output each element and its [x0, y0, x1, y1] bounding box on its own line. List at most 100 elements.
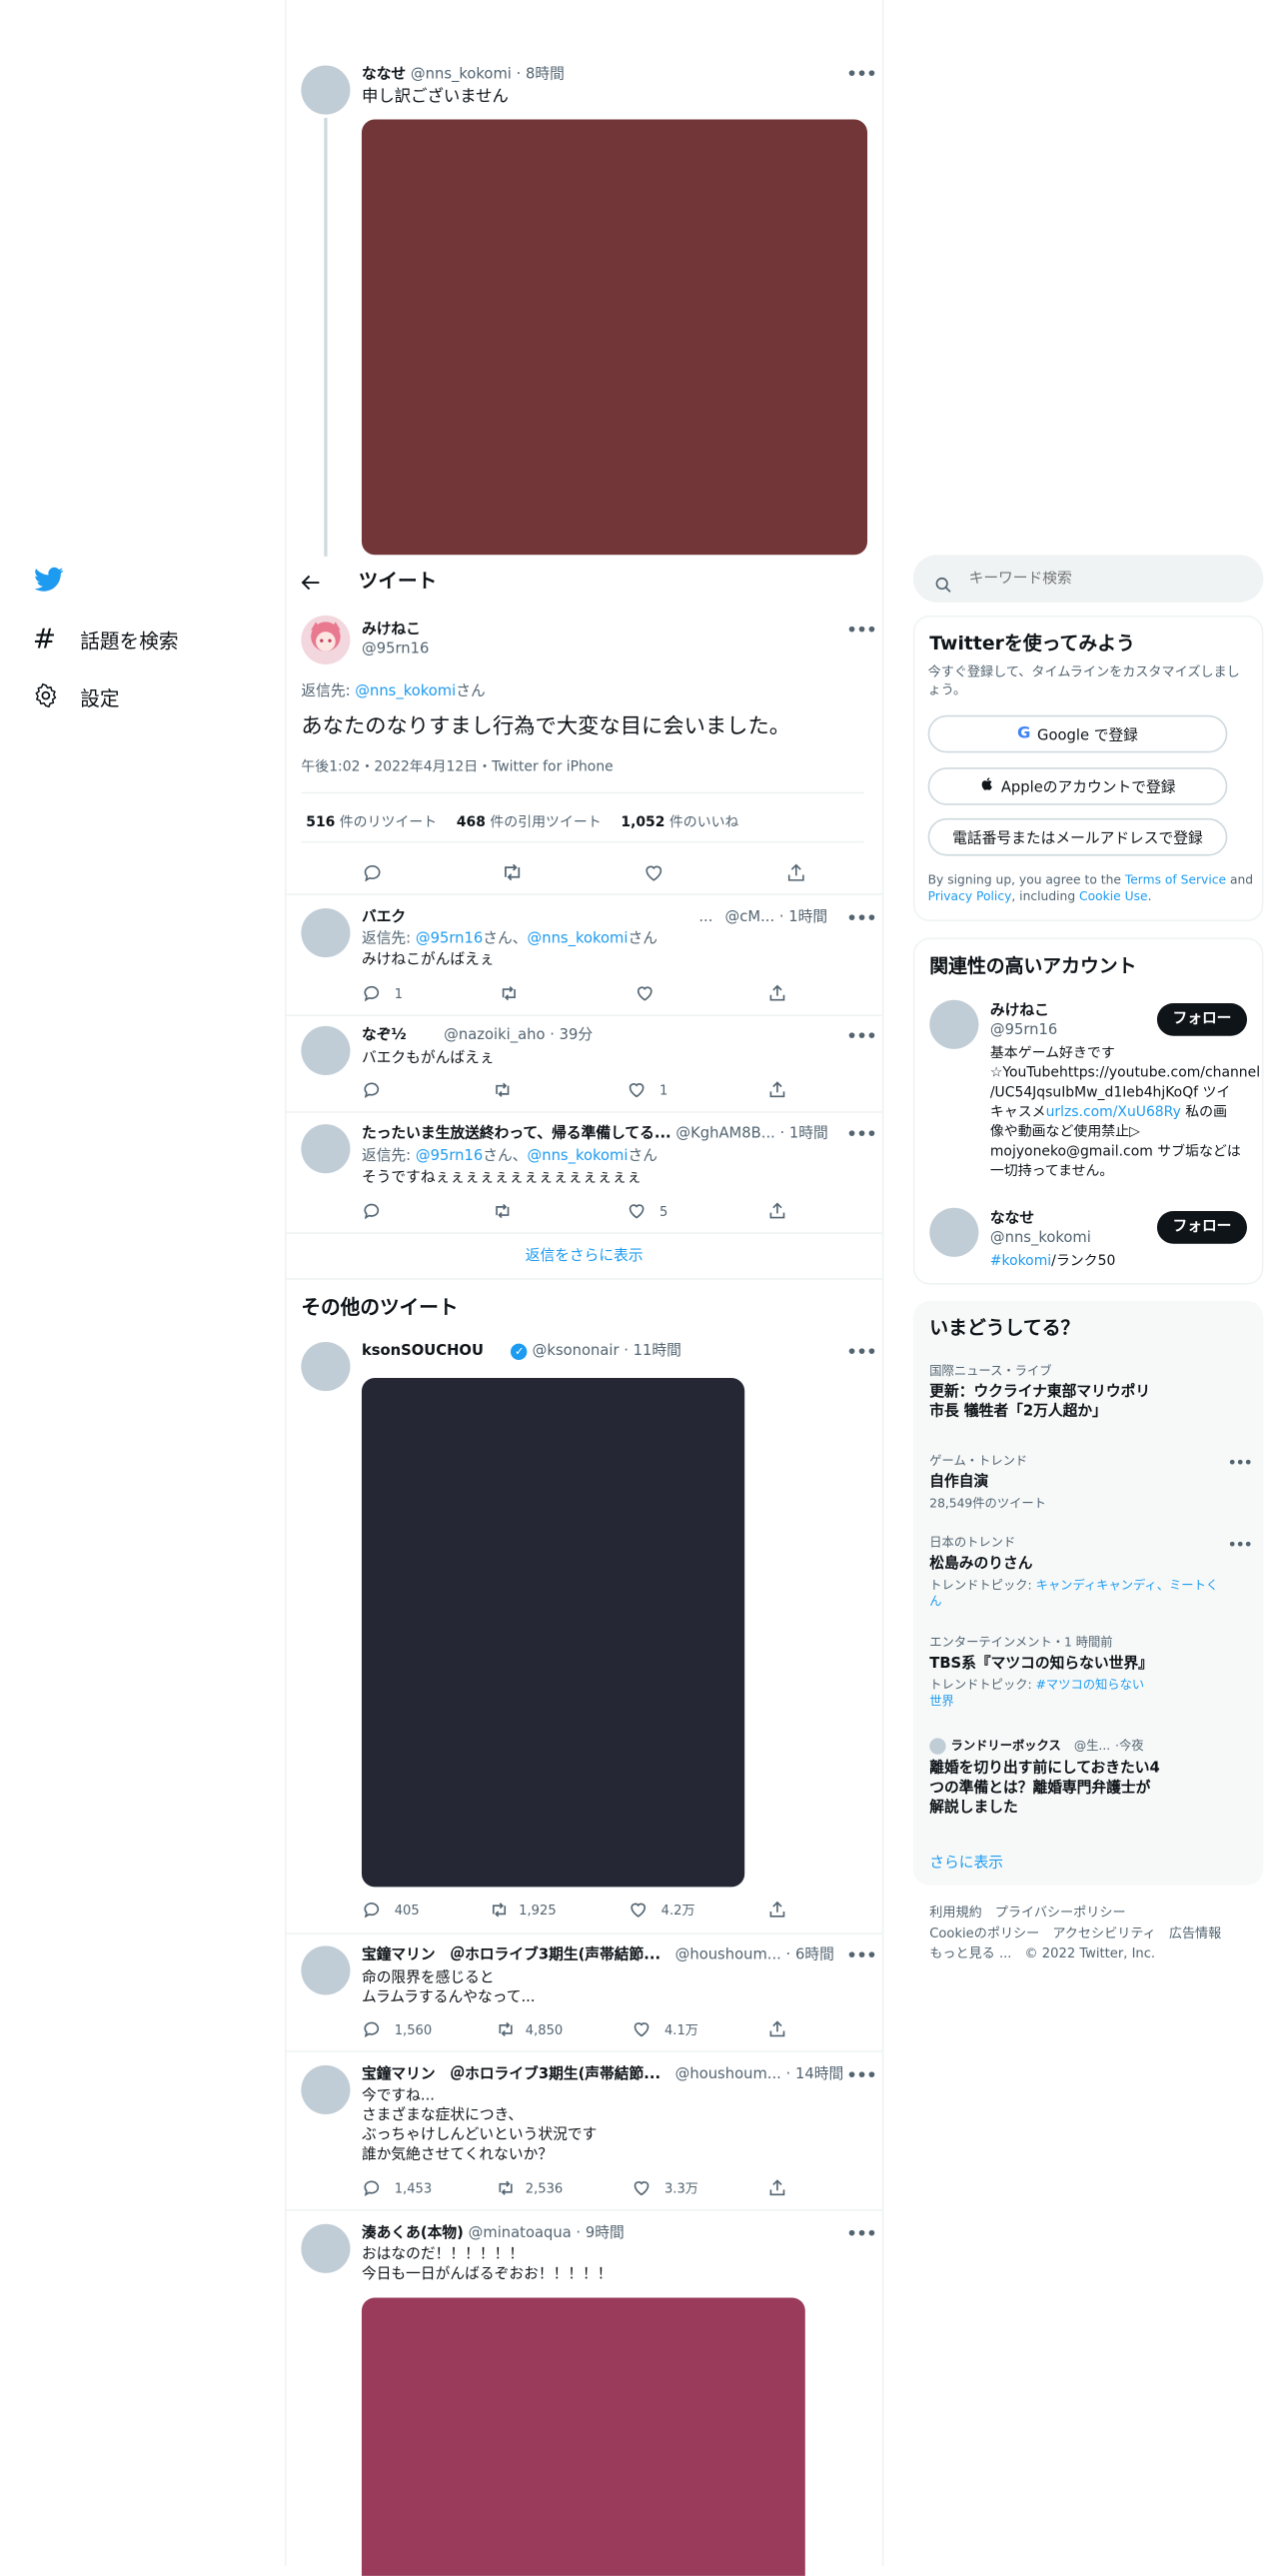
- share-button[interactable]: [767, 1900, 796, 1920]
- tweet-time[interactable]: 1時間: [788, 910, 827, 926]
- user-name[interactable]: ななせ: [990, 1209, 1034, 1229]
- share-button[interactable]: [767, 1201, 796, 1221]
- share-icon[interactable]: [785, 859, 806, 890]
- footer-terms-link[interactable]: 利用規約: [929, 1905, 981, 1920]
- user-handle[interactable]: @nazoiki_aho: [444, 1028, 545, 1044]
- tweet-media[interactable]: [361, 119, 868, 556]
- tweet-time[interactable]: 14時間: [795, 2067, 843, 2083]
- phone-email-signup-button[interactable]: 電話番号またはメールアドレスで登録: [927, 817, 1228, 856]
- reply-button[interactable]: 1,453: [362, 2178, 432, 2198]
- tweet-time[interactable]: 39分: [560, 1028, 593, 1044]
- user-name[interactable]: なぞ½: [362, 1028, 407, 1044]
- reply-button[interactable]: 1,560: [362, 2019, 432, 2039]
- like-button[interactable]: 5: [627, 1201, 667, 1221]
- footer-cookie-link[interactable]: Cookieのポリシー: [929, 1926, 1039, 1940]
- trends-show-more-link[interactable]: さらに表示: [929, 1851, 1003, 1872]
- share-button[interactable]: [767, 2178, 796, 2198]
- nav-settings[interactable]: 設定: [33, 682, 120, 711]
- avatar[interactable]: [301, 1341, 351, 1392]
- more-options-icon[interactable]: •••: [846, 2065, 878, 2085]
- user-name[interactable]: 湊あくあ(本物): [362, 2225, 464, 2241]
- apple-signup-button[interactable]: Appleのアカウントで登録: [927, 767, 1228, 805]
- cookie-link[interactable]: Cookie Use: [1079, 888, 1148, 903]
- footer-accessibility-link[interactable]: アクセシビリティ: [1052, 1926, 1155, 1940]
- follow-button[interactable]: フォロー: [1156, 1210, 1248, 1244]
- like-button[interactable]: [635, 983, 663, 1003]
- retweet-button[interactable]: [493, 1080, 522, 1100]
- more-options-icon[interactable]: •••: [846, 621, 878, 641]
- avatar[interactable]: [929, 1207, 979, 1257]
- footer-more-link[interactable]: もっと見る ...: [929, 1945, 1011, 1960]
- trend-item[interactable]: 国際ニュース・ライブ 更新：ウクライナ東部マリウポリ 市長 犠牲者「2万人超か」: [929, 1363, 1240, 1422]
- follow-button[interactable]: フォロー: [1156, 1002, 1248, 1036]
- avatar[interactable]: [301, 65, 351, 115]
- tweet-time[interactable]: 11時間: [634, 1344, 681, 1360]
- user-handle[interactable]: @KghAM8B...: [675, 1126, 774, 1142]
- search-box[interactable]: [912, 555, 1264, 603]
- reply-button[interactable]: [362, 1080, 391, 1100]
- google-signup-button[interactable]: G Google で登録: [927, 714, 1228, 753]
- more-options-icon[interactable]: •••: [1227, 1456, 1253, 1473]
- user-name[interactable]: ななせ: [362, 67, 406, 83]
- privacy-link[interactable]: Privacy Policy: [928, 888, 1012, 903]
- avatar[interactable]: [301, 2064, 351, 2115]
- share-button[interactable]: [767, 983, 796, 1003]
- mention-link[interactable]: @nns_kokomi: [527, 931, 628, 947]
- retweet-button[interactable]: 1,925: [490, 1900, 557, 1920]
- user-handle[interactable]: @cM...: [725, 910, 775, 926]
- tweet-time[interactable]: 8時間: [526, 67, 565, 83]
- trend-item[interactable]: エンターテインメント・1 時間前 TBS系『マツコの知らない世界』 トレンドトピ…: [929, 1635, 1240, 1710]
- retweet-button[interactable]: [493, 1201, 522, 1221]
- bio-link[interactable]: urlzs.com/XuU68Ry: [1046, 1105, 1181, 1121]
- avatar[interactable]: [301, 1945, 351, 1995]
- more-options-icon[interactable]: •••: [846, 1124, 878, 1144]
- more-options-icon[interactable]: •••: [846, 1945, 878, 1965]
- like-button[interactable]: 4.2万: [629, 1900, 695, 1920]
- terms-link[interactable]: Terms of Service: [1125, 872, 1226, 887]
- quotes-stat[interactable]: 468 件の引用ツイート: [457, 811, 602, 831]
- reply-icon[interactable]: [362, 859, 383, 890]
- avatar[interactable]: [301, 615, 351, 664]
- tweet-time[interactable]: 6時間: [795, 1947, 834, 1963]
- mention-link[interactable]: @95rn16: [416, 931, 483, 947]
- user-handle[interactable]: @nns_kokomi: [411, 67, 512, 83]
- share-button[interactable]: [767, 2019, 796, 2039]
- more-options-icon[interactable]: •••: [846, 2224, 878, 2244]
- like-button[interactable]: 3.3万: [632, 2178, 698, 2198]
- more-options-icon[interactable]: •••: [846, 908, 878, 928]
- tweet-media[interactable]: [361, 1378, 745, 1888]
- footer-ads-link[interactable]: 広告情報: [1169, 1926, 1221, 1940]
- user-handle[interactable]: @95rn16: [990, 1021, 1057, 1041]
- tweet-meta[interactable]: 午後1:02・2022年4月12日・Twitter for iPhone: [301, 756, 613, 775]
- mention-link[interactable]: @nns_kokomi: [355, 684, 456, 700]
- footer-privacy-link[interactable]: プライバシーポリシー: [995, 1905, 1126, 1920]
- user-name[interactable]: たったいま生放送終わって、帰る準備してる...: [362, 1126, 671, 1142]
- avatar[interactable]: [301, 1025, 351, 1076]
- tweet-time[interactable]: 1時間: [789, 1126, 828, 1142]
- more-options-icon[interactable]: •••: [1227, 1538, 1253, 1555]
- reply-button[interactable]: [362, 1201, 391, 1221]
- nav-explore[interactable]: # 話題を検索: [33, 624, 179, 656]
- back-arrow-icon[interactable]: [301, 568, 321, 591]
- retweet-button[interactable]: 2,536: [496, 2178, 563, 2198]
- reply-button[interactable]: 405: [362, 1900, 420, 1920]
- hashtag-link[interactable]: #kokomi: [990, 1254, 1051, 1270]
- avatar[interactable]: [301, 2223, 351, 2273]
- user-name[interactable]: ksonSOUCHOU: [362, 1344, 484, 1360]
- avatar[interactable]: [929, 999, 979, 1049]
- trend-item[interactable]: 日本のトレンド 松島みのりさん トレンドトピック: キャンディキャンディ、ミート…: [929, 1535, 1243, 1610]
- retweet-button[interactable]: [500, 983, 529, 1003]
- user-name[interactable]: バエク: [362, 910, 406, 926]
- avatar[interactable]: [301, 907, 351, 958]
- user-name[interactable]: みけねこ: [990, 1001, 1049, 1021]
- likes-stat[interactable]: 1,052 件のいいね: [621, 811, 738, 831]
- like-icon[interactable]: [643, 859, 664, 890]
- user-name[interactable]: 宝鐘マリン ＠ホロライブ3期生(声帯結節...: [362, 1947, 660, 1963]
- twitter-logo-icon[interactable]: [33, 565, 66, 594]
- show-more-replies-link[interactable]: 返信をさらに表示: [287, 1247, 882, 1267]
- user-handle[interactable]: @ksononair: [533, 1344, 620, 1360]
- share-button[interactable]: [767, 1080, 796, 1100]
- user-name[interactable]: 宝鐘マリン ＠ホロライブ3期生(声帯結節...: [362, 2067, 660, 2083]
- trend-item-promoted[interactable]: ランドリーボックス @生... · 今夜 離婚を切り出す前にしておきたい4 つの…: [929, 1738, 1240, 1818]
- reply-button[interactable]: 1: [362, 983, 403, 1003]
